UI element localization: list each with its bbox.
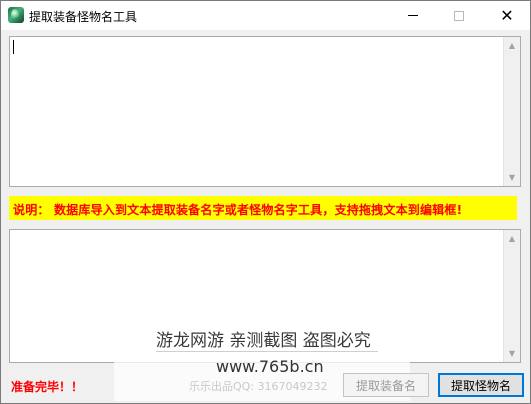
scroll-up-arrow-icon[interactable]: ▲ (504, 230, 520, 247)
maximize-button[interactable] (436, 1, 482, 30)
maximize-icon (454, 10, 464, 21)
text-caret (13, 40, 14, 54)
scroll-up-arrow-icon[interactable]: ▲ (504, 37, 520, 54)
watermark-divider (156, 351, 378, 352)
source-text-editor[interactable]: ▲ ▼ (9, 36, 521, 187)
status-text: 准备完毕！！ (11, 380, 84, 394)
scroll-down-arrow-icon[interactable]: ▼ (504, 345, 520, 362)
title-bar[interactable]: 提取装备怪物名工具 ✕ (1, 1, 530, 30)
watermark-url: www.765b.cn (216, 357, 324, 376)
instruction-banner: 说明： 数据库导入到文本提取装备名字或者怪物名字工具，支持拖拽文本到编辑框! (9, 196, 517, 220)
window-title: 提取装备怪物名工具 (29, 10, 138, 24)
app-window: 提取装备怪物名工具 ✕ ▲ ▼ 说明： 数据库导入到文本提取装备名字或者怪物名字… (0, 0, 531, 404)
close-button[interactable]: ✕ (484, 1, 530, 30)
result-editor-scrollbar[interactable]: ▲ ▼ (503, 230, 520, 362)
credit-text: 乐乐出品QQ: 3167049232 (189, 380, 328, 393)
close-icon: ✕ (500, 5, 514, 25)
watermark-text: 游龙网游 亲测截图 盗图必究 (156, 331, 371, 351)
minimize-button[interactable] (390, 1, 436, 30)
extract-equipment-button[interactable]: 提取装备名 (343, 373, 429, 397)
source-editor-scrollbar[interactable]: ▲ ▼ (503, 37, 520, 186)
instruction-text: 说明： 数据库导入到文本提取装备名字或者怪物名字工具，支持拖拽文本到编辑框! (13, 203, 463, 217)
extract-monster-button[interactable]: 提取怪物名 (438, 373, 524, 397)
app-icon (8, 7, 24, 23)
scroll-down-arrow-icon[interactable]: ▼ (504, 169, 520, 186)
minimize-icon (408, 15, 418, 16)
